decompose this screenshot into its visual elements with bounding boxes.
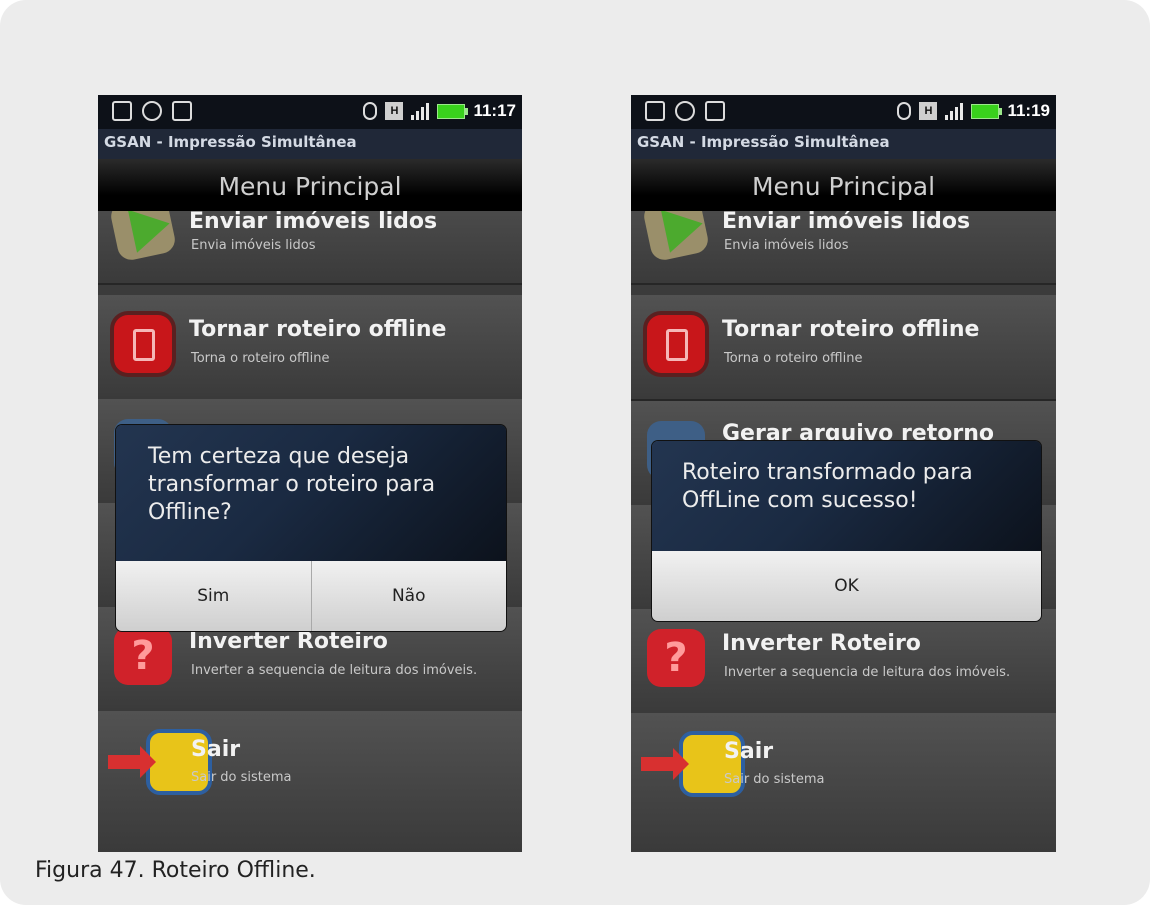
- battery-icon: [437, 103, 469, 119]
- success-dialog: Roteiro transformado para OffLine com su…: [652, 441, 1041, 621]
- status-bar: H 11:19: [631, 95, 1056, 129]
- no-button[interactable]: Não: [310, 561, 507, 631]
- yes-button[interactable]: Sim: [116, 561, 311, 631]
- menu-item-subtitle: Envia imóveis lidos: [724, 238, 849, 253]
- signal-icon: [945, 102, 964, 120]
- exit-arrow-icon: [641, 748, 689, 780]
- sync-icon: [142, 101, 162, 121]
- usb-icon: [705, 101, 725, 121]
- menu-item-offline[interactable]: Tornar roteiro offline Torna o roteiro o…: [98, 295, 522, 401]
- menu-title: Menu Principal: [631, 159, 1056, 211]
- menu-item-subtitle: Torna o roteiro offline: [191, 351, 330, 366]
- menu-item-title: Inverter Roteiro: [722, 631, 921, 656]
- menu-item-title: Enviar imóveis lidos: [722, 209, 971, 234]
- menu-item-subtitle: Torna o roteiro offline: [724, 351, 863, 366]
- menu-item-subtitle: Envia imóveis lidos: [191, 238, 316, 253]
- usb-icon: [172, 101, 192, 121]
- hspa-icon: H: [919, 102, 938, 120]
- menu-item-sair[interactable]: Sair Sair do sistema: [98, 711, 522, 852]
- menu-item-sair[interactable]: Sair Sair do sistema: [631, 713, 1056, 852]
- menu-item-subtitle: Inverter a sequencia de leitura dos imóv…: [724, 665, 1011, 680]
- confirm-dialog: Tem certeza que deseja transformar o rot…: [116, 425, 506, 631]
- bluetooth-icon: [363, 102, 378, 120]
- menu-item-offline[interactable]: Tornar roteiro offline Torna o roteiro o…: [631, 295, 1056, 401]
- menu-item-title: Inverter Roteiro: [189, 629, 388, 654]
- dialog-message: Roteiro transformado para OffLine com su…: [652, 441, 1041, 551]
- clock: 11:19: [1007, 101, 1050, 120]
- ok-button[interactable]: OK: [652, 551, 1041, 621]
- menu-item-inverter[interactable]: ? Inverter Roteiro Inverter a sequencia …: [631, 609, 1056, 715]
- exit-arrow-icon: [108, 746, 156, 778]
- menu-item-title: Enviar imóveis lidos: [189, 209, 438, 234]
- sync-icon: [675, 101, 695, 121]
- dialog-message: Tem certeza que deseja transformar o rot…: [116, 425, 506, 561]
- phone-offline-icon: [114, 315, 172, 373]
- menu-item-subtitle: Inverter a sequencia de leitura dos imóv…: [191, 663, 478, 678]
- menu-item-title: Tornar roteiro offline: [189, 317, 447, 342]
- hspa-icon: H: [385, 102, 404, 120]
- phone-offline-icon: [647, 315, 705, 373]
- menu-item-title: Sair: [724, 739, 774, 764]
- menu-item-title: Tornar roteiro offline: [722, 317, 980, 342]
- help-icon: ?: [114, 627, 172, 685]
- app-title: GSAN - Impressão Simultânea: [631, 129, 1056, 159]
- figure-caption: Figura 47. Roteiro Offline.: [35, 858, 316, 883]
- bluetooth-icon: [897, 102, 912, 120]
- keyboard-icon: [112, 101, 132, 121]
- signal-icon: [411, 102, 430, 120]
- menu-item-title: Sair: [191, 737, 241, 762]
- menu-item-subtitle: Sair do sistema: [724, 772, 825, 787]
- phone-screenshot-success: H 11:19 GSAN - Impressão Simultânea Menu…: [631, 95, 1056, 852]
- battery-icon: [971, 103, 1003, 119]
- app-title: GSAN - Impressão Simultânea: [98, 129, 522, 159]
- menu-title: Menu Principal: [98, 159, 522, 211]
- menu-item-subtitle: Sair do sistema: [191, 770, 292, 785]
- keyboard-icon: [645, 101, 665, 121]
- help-icon: ?: [647, 629, 705, 687]
- status-bar: H 11:17: [98, 95, 522, 129]
- phone-screenshot-confirm: H 11:17 GSAN - Impressão Simultânea Menu…: [98, 95, 522, 852]
- clock: 11:17: [473, 101, 516, 120]
